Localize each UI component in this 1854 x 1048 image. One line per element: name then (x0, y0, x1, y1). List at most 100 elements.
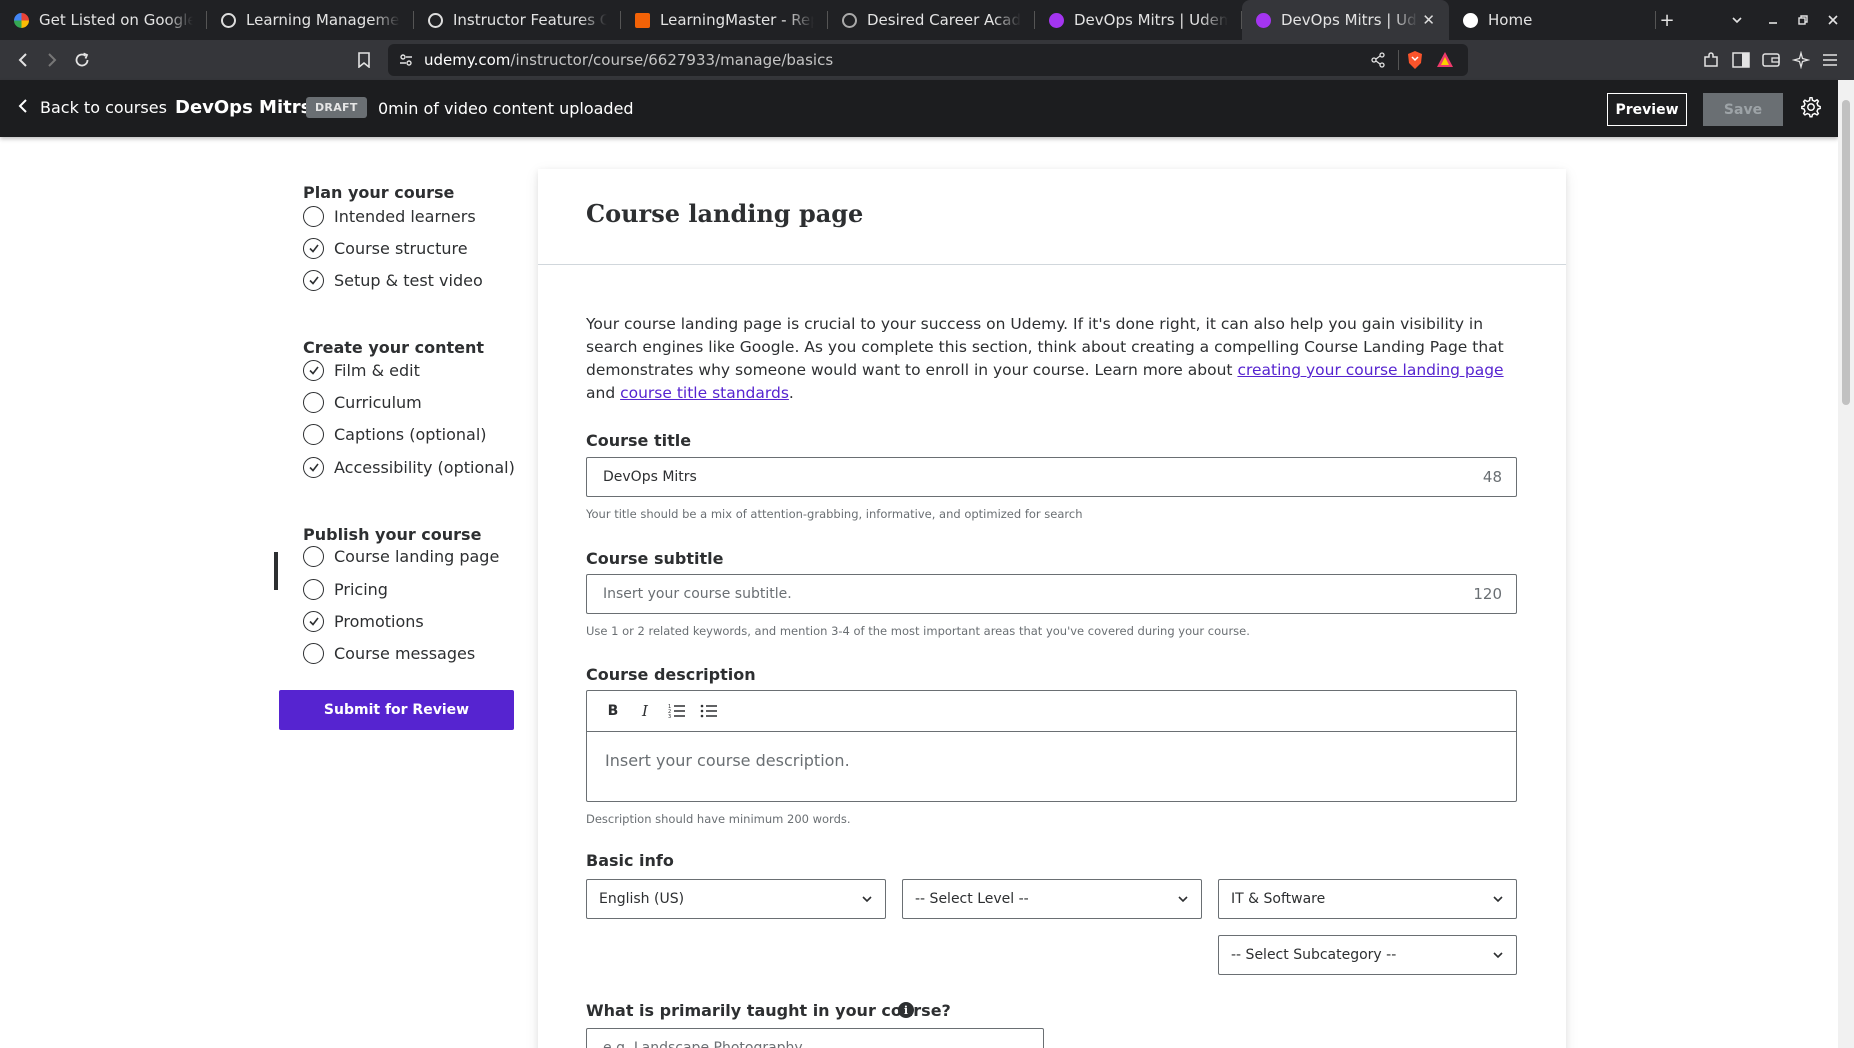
sidebar-item-label: Promotions (334, 611, 424, 631)
browser-tab[interactable]: Learning Management Sy (207, 0, 414, 40)
empty-circle-icon (303, 578, 324, 600)
sidebar-item[interactable]: Accessibility (optional) (303, 452, 515, 482)
url-text: udemy.com/instructor/course/6627933/mana… (424, 51, 833, 69)
sidebar-item[interactable]: Film & edit (303, 355, 420, 385)
sidebar-item[interactable]: Promotions (303, 606, 424, 636)
sidebar-item-label: Course landing page (334, 546, 500, 566)
bold-button[interactable]: B (597, 697, 629, 725)
browser-tab[interactable]: LearningMaster - Replit (621, 0, 828, 40)
browser-tab[interactable]: Home (1449, 0, 1656, 40)
basic-info-label: Basic info (586, 851, 674, 870)
browser-tab[interactable]: DevOps Mitrs | Udemy (1035, 0, 1242, 40)
sidebar-item-label: Curriculum (334, 392, 422, 412)
back-to-courses-link[interactable]: Back to courses (18, 98, 167, 117)
restore-window-icon[interactable] (1788, 0, 1818, 40)
sidebar-item[interactable]: Curriculum (303, 387, 422, 417)
subcategory-value: -- Select Subcategory -- (1231, 947, 1397, 963)
reload-icon[interactable] (67, 40, 97, 80)
course-subtitle-label: Course subtitle (586, 549, 724, 568)
language-select[interactable]: English (US) (586, 879, 886, 919)
browser-tab-title: Get Listed on Google - G (39, 11, 193, 29)
italic-button[interactable]: I (629, 697, 661, 725)
empty-circle-icon (303, 391, 324, 413)
browser-tab[interactable]: Desired Career Academy (828, 0, 1035, 40)
check-circle-icon (303, 237, 324, 259)
course-title-label: Course title (586, 431, 692, 450)
sidebar-item[interactable]: Pricing (303, 574, 388, 604)
course-subtitle-input[interactable]: Insert your course subtitle. 120 (586, 574, 1517, 614)
chevron-down-icon (1493, 952, 1503, 959)
sidebar-item-label: Accessibility (optional) (334, 457, 515, 477)
openai-icon (221, 12, 236, 28)
close-window-icon[interactable] (1818, 0, 1848, 40)
info-icon[interactable]: i (898, 1002, 914, 1018)
title-standards-link[interactable]: course title standards (620, 384, 789, 402)
back-to-courses-label: Back to courses (40, 98, 167, 117)
bulleted-list-icon[interactable] (693, 697, 725, 725)
course-subtitle-hint: Use 1 or 2 related keywords, and mention… (586, 624, 1250, 638)
extensions-icon[interactable] (1696, 40, 1726, 80)
sidebar-section-title: Plan your course (303, 183, 455, 202)
udemy-icon (1463, 12, 1478, 28)
course-subtitle-counter: 120 (1473, 585, 1502, 603)
openai-icon (428, 12, 443, 28)
intro-and-text: and (586, 384, 621, 402)
sidebar-item[interactable]: Captions (optional) (303, 419, 487, 449)
sidebar-item-label: Setup & test video (334, 270, 483, 290)
browser-tab-title: LearningMaster - Replit (660, 11, 814, 29)
back-arrow-icon[interactable] (8, 40, 38, 80)
course-description-placeholder: Insert your course description. (605, 751, 850, 770)
level-select[interactable]: -- Select Level -- (902, 879, 1202, 919)
sidebar-item[interactable]: Course structure (303, 233, 468, 263)
save-button[interactable]: Save (1703, 93, 1783, 126)
sidebar-toggle-icon[interactable] (1726, 40, 1756, 80)
site-settings-icon[interactable] (398, 52, 414, 72)
tab-search-icon[interactable] (1722, 0, 1752, 40)
subcategory-select[interactable]: -- Select Subcategory -- (1218, 935, 1517, 975)
primarily-taught-label: What is primarily taught in your course? (586, 1001, 951, 1020)
submit-for-review-button[interactable]: Submit for Review (279, 690, 514, 730)
browser-tab-title: Learning Management Sy (246, 11, 400, 29)
empty-circle-icon (303, 545, 324, 567)
scrollbar-thumb[interactable] (1842, 100, 1850, 405)
editor-toolbar: B I 123 (587, 691, 1516, 732)
course-title-input[interactable]: DevOps Mitrs 48 (586, 457, 1517, 497)
new-tab-icon[interactable]: + (1652, 0, 1682, 40)
empty-circle-icon (303, 423, 324, 445)
browser-tab[interactable]: DevOps Mitrs | Udemy✕ (1242, 0, 1449, 40)
sidebar-item[interactable]: Intended learners (303, 201, 476, 231)
address-bar[interactable]: udemy.com/instructor/course/6627933/mana… (388, 44, 1468, 76)
leo-ai-icon[interactable] (1786, 40, 1816, 80)
primarily-taught-input[interactable]: e.g. Landscape Photography (586, 1028, 1044, 1048)
menu-icon[interactable] (1815, 40, 1845, 80)
browser-tab-title: DevOps Mitrs | Udemy (1074, 11, 1228, 29)
course-description-editor[interactable]: B I 123 Insert your course description. (586, 690, 1517, 802)
divider (1398, 50, 1399, 70)
url-path: /instructor/course/6627933/manage/basics (510, 51, 834, 69)
brave-shields-icon[interactable] (1406, 50, 1424, 74)
wallet-icon[interactable] (1756, 40, 1786, 80)
gear-icon[interactable] (1800, 96, 1822, 119)
landing-page-help-link[interactable]: creating your course landing page (1237, 361, 1503, 379)
browser-tab[interactable]: Instructor Features Com (414, 0, 621, 40)
forward-arrow-icon[interactable] (37, 40, 67, 80)
sidebar-item[interactable]: Course messages (303, 638, 475, 668)
url-host: udemy.com (424, 51, 511, 69)
browser-tab[interactable]: Get Listed on Google - G (0, 0, 207, 40)
sidebar-item[interactable]: Setup & test video (303, 265, 483, 295)
chevron-down-icon (1178, 896, 1188, 903)
sidebar-item[interactable]: Course landing page (303, 541, 499, 571)
share-icon[interactable] (1370, 52, 1386, 72)
brave-rewards-icon[interactable] (1436, 51, 1454, 73)
preview-button[interactable]: Preview (1607, 93, 1687, 126)
browser-tab-title: Home (1488, 11, 1533, 29)
category-value: IT & Software (1231, 891, 1326, 907)
ordered-list-icon[interactable]: 123 (661, 697, 693, 725)
category-select[interactable]: IT & Software (1218, 879, 1517, 919)
minimize-window-icon[interactable] (1758, 0, 1788, 40)
bookmark-icon[interactable] (349, 40, 379, 80)
replit-icon (635, 12, 650, 28)
google-icon (14, 12, 29, 28)
chevron-down-icon (862, 896, 872, 903)
close-tab-icon[interactable]: ✕ (1422, 11, 1435, 29)
